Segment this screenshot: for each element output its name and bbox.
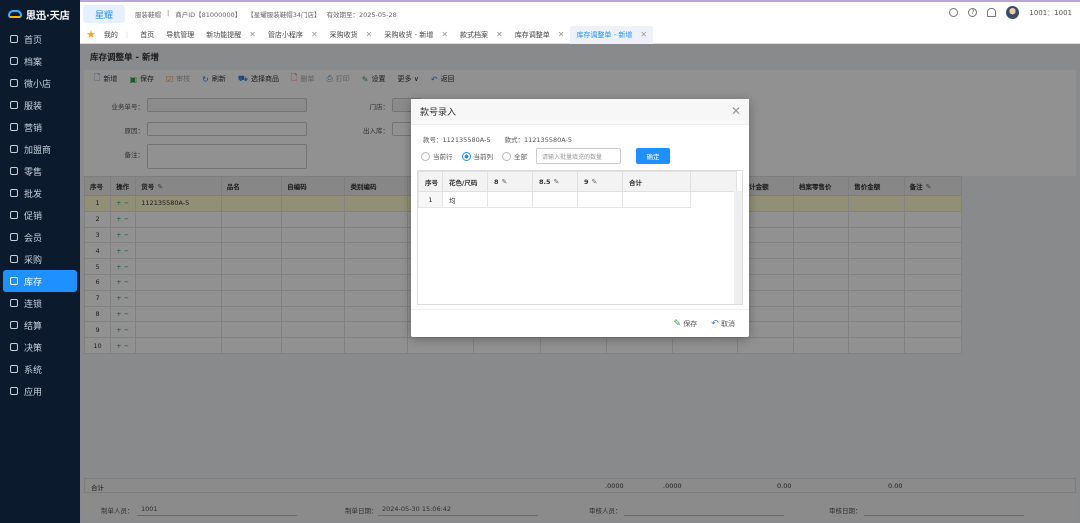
menu-icon bbox=[10, 167, 18, 175]
close-tab-icon[interactable]: ✕ bbox=[496, 30, 503, 39]
sidebar-item[interactable]: 库存 bbox=[3, 270, 77, 292]
fill-scope-radio[interactable]: 当前列 bbox=[461, 151, 493, 162]
sidebar-item[interactable]: 零售 bbox=[3, 160, 77, 182]
sidebar-item[interactable]: 采购 bbox=[3, 248, 77, 270]
size-column-header: 花色/尺码 bbox=[442, 171, 488, 192]
menu-icon bbox=[10, 123, 18, 131]
fill-scope-radio[interactable]: 全部 bbox=[502, 151, 527, 162]
size-column-header: 8.5 ✎ bbox=[532, 171, 578, 192]
size-column-header: 8 ✎ bbox=[487, 171, 533, 192]
tab[interactable]: 采购收货 - 新增 ✕ bbox=[378, 26, 454, 44]
tab[interactable]: 首页 bbox=[134, 26, 160, 44]
confirm-button[interactable]: 确定 bbox=[636, 148, 670, 164]
sidebar-item[interactable]: 结算 bbox=[3, 314, 77, 336]
style-name: 款式：112135580A-5 bbox=[504, 136, 573, 144]
menu-icon bbox=[10, 57, 18, 65]
brand-button[interactable]: 星耀 bbox=[83, 5, 125, 23]
cloud-logo-icon bbox=[8, 10, 22, 18]
dialog-save-button[interactable]: ✎ 保存 bbox=[673, 319, 697, 329]
sidebar-item[interactable]: 微小店 bbox=[3, 72, 77, 94]
back-icon: ↶ bbox=[711, 318, 719, 329]
sidebar-item[interactable]: 营销 bbox=[3, 116, 77, 138]
tab[interactable]: 库存调整单 - 新增 ✕ bbox=[570, 25, 654, 44]
bell-icon[interactable] bbox=[987, 8, 997, 17]
quantity-cell[interactable] bbox=[532, 191, 578, 208]
search-icon[interactable] bbox=[949, 8, 959, 17]
size-column-header: 9 ✎ bbox=[577, 171, 623, 192]
menu-icon bbox=[10, 387, 18, 395]
menu-icon bbox=[10, 211, 18, 219]
style-entry-dialog: 款号录入 ✕ 款号：112135580A-5 款式：112135580A-5 当前… bbox=[411, 99, 749, 337]
menu-icon bbox=[10, 145, 18, 153]
menu-icon bbox=[10, 189, 18, 197]
sidebar-item[interactable]: 系统 bbox=[3, 358, 77, 380]
size-row[interactable]: 1均 bbox=[418, 191, 737, 208]
batch-quantity-input[interactable]: 请输入批量填充的数量 bbox=[536, 148, 621, 164]
sidebar-item[interactable]: 决策 bbox=[3, 336, 77, 358]
tab[interactable]: 库存调整单 ✕ bbox=[509, 26, 571, 44]
close-icon[interactable]: ✕ bbox=[731, 104, 741, 118]
menu-icon bbox=[10, 321, 18, 329]
pencil-icon[interactable]: ✎ bbox=[554, 178, 560, 186]
tab-bar: ★ 我的 | 首页 导航管理 新功能提醒 ✕ 管店小程序 ✕ 采购收货 ✕ 采购收货 - 新增 ✕ 款式… bbox=[80, 25, 1080, 44]
size-grid: 序号 花色/尺码 8 ✎ 8.5 ✎ 9 ✎ 合计 1 均 bbox=[417, 170, 743, 305]
sidebar-item[interactable]: 档案 bbox=[3, 50, 77, 72]
style-no: 款号：112135580A-5 bbox=[423, 136, 491, 144]
star-icon: ★ bbox=[86, 28, 96, 41]
radio-icon bbox=[421, 152, 430, 162]
menu-icon bbox=[10, 101, 18, 109]
close-tab-icon[interactable]: ✕ bbox=[640, 30, 647, 39]
sidebar-item[interactable]: 应用 bbox=[3, 380, 77, 402]
sidebar-item[interactable]: 促销 bbox=[3, 204, 77, 226]
avatar[interactable] bbox=[1006, 6, 1020, 19]
quantity-cell[interactable] bbox=[577, 191, 623, 208]
quantity-cell[interactable] bbox=[487, 191, 533, 208]
sidebar: 思迅·天店 首页 档案 微小店 服装 营销 加盟商 零售 批发 促销 会员 采购 库存 连锁 结算 决策 系统… bbox=[0, 0, 80, 523]
menu-icon bbox=[10, 365, 18, 373]
tab[interactable]: 新功能提醒 ✕ bbox=[200, 26, 262, 44]
close-tab-icon[interactable]: ✕ bbox=[249, 30, 256, 39]
fill-scope-radio[interactable]: 当前行 bbox=[421, 151, 453, 162]
close-tab-icon[interactable]: ✕ bbox=[558, 30, 565, 39]
tab-favorites[interactable]: ★ 我的 | bbox=[80, 26, 134, 44]
pencil-icon[interactable]: ✎ bbox=[502, 178, 508, 186]
tab[interactable]: 导航管理 bbox=[160, 26, 200, 44]
menu-icon bbox=[10, 343, 18, 351]
tab[interactable]: 款式档案 ✕ bbox=[454, 26, 509, 44]
tab[interactable]: 采购收货 ✕ bbox=[324, 26, 379, 44]
close-tab-icon[interactable]: ✕ bbox=[366, 30, 373, 39]
user-name[interactable]: 1001：1001 bbox=[1029, 8, 1072, 18]
sidebar-item[interactable]: 批发 bbox=[3, 182, 77, 204]
menu-icon bbox=[10, 299, 18, 307]
menu-icon bbox=[10, 277, 18, 285]
sidebar-item[interactable]: 加盟商 bbox=[3, 138, 77, 160]
tab[interactable]: 管店小程序 ✕ bbox=[262, 26, 324, 44]
pencil-icon[interactable]: ✎ bbox=[592, 178, 598, 186]
radio-icon bbox=[461, 152, 471, 162]
sidebar-item[interactable]: 会员 bbox=[3, 226, 77, 248]
radio-icon bbox=[502, 152, 511, 162]
help-icon[interactable]: ? bbox=[968, 8, 978, 17]
close-tab-icon[interactable]: ✕ bbox=[441, 30, 448, 39]
shop-info: 服装鞋帽 | 商户ID【81000000】 【星耀服装鞋帽34门店】 有效期至：2… bbox=[135, 9, 397, 19]
dialog-title: 款号录入 bbox=[411, 99, 749, 125]
sidebar-item[interactable]: 首页 bbox=[3, 28, 77, 50]
dialog-cancel-button[interactable]: ↶ 取消 bbox=[711, 319, 735, 329]
topbar: 星耀 服装鞋帽 | 商户ID【81000000】 【星耀服装鞋帽34门店】 有效期… bbox=[80, 0, 1080, 26]
edit-icon: ✎ bbox=[673, 318, 681, 329]
close-tab-icon[interactable]: ✕ bbox=[311, 30, 318, 39]
sidebar-item[interactable]: 服装 bbox=[3, 94, 77, 116]
size-column-header: 序号 bbox=[418, 171, 443, 192]
menu-icon bbox=[10, 233, 18, 241]
size-column-header: 合计 bbox=[622, 171, 691, 192]
menu-icon bbox=[10, 255, 18, 263]
logo: 思迅·天店 bbox=[0, 0, 80, 28]
menu-icon bbox=[10, 79, 18, 87]
quantity-cell[interactable] bbox=[622, 191, 691, 208]
sidebar-item[interactable]: 连锁 bbox=[3, 292, 77, 314]
vertical-scrollbar[interactable] bbox=[734, 191, 742, 304]
menu-icon bbox=[10, 35, 18, 43]
